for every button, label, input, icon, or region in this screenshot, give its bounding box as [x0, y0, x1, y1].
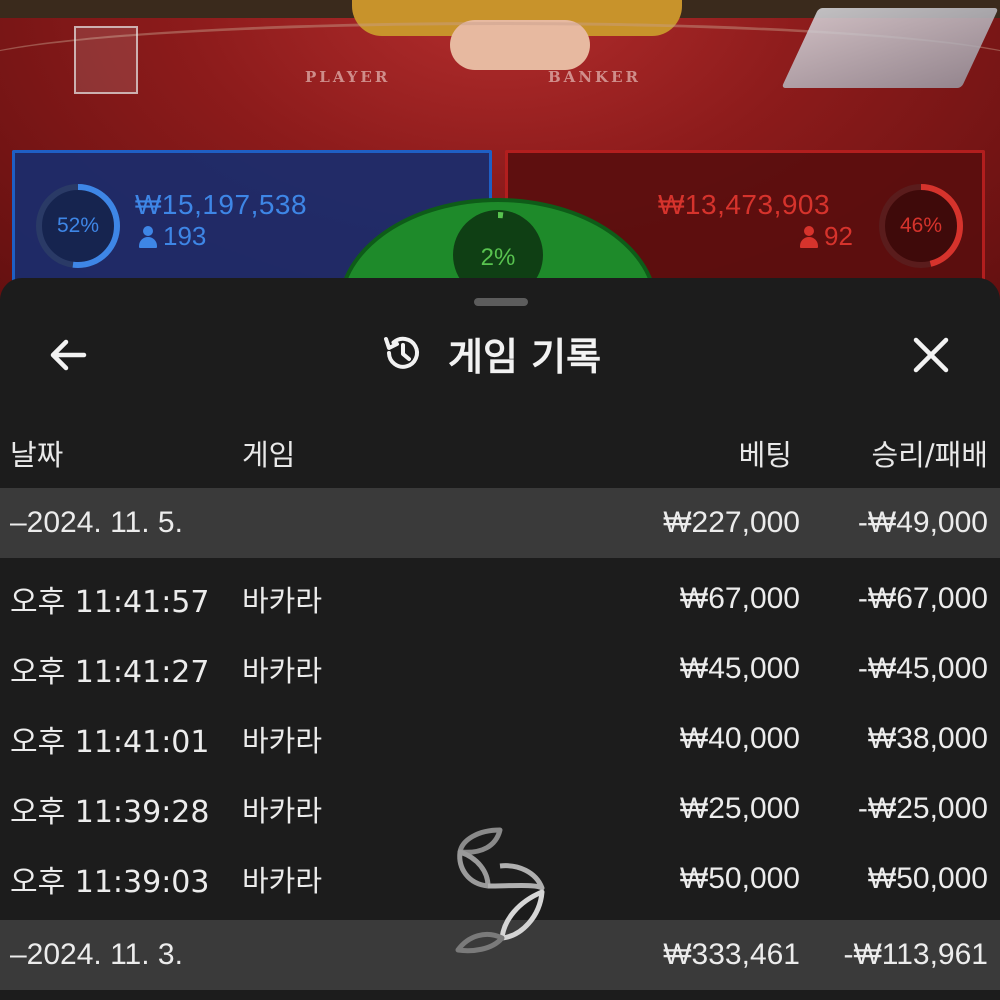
row-time: 오후 11:41:01 — [10, 725, 210, 760]
history-icon — [384, 336, 419, 369]
row-bet: ₩45,000 — [679, 652, 800, 685]
row-time: 오후 11:41:57 — [10, 585, 210, 620]
group-date: –2024. 11. 5. — [10, 506, 183, 539]
banker-bet-amount: ₩13,473,903 — [658, 189, 831, 220]
group-result-total: -₩113,961 — [843, 938, 988, 971]
group-bet-total: ₩227,000 — [663, 506, 800, 539]
row-result: -₩25,000 — [857, 792, 988, 825]
group-bet-total: ₩333,461 — [663, 938, 800, 971]
row-game: 바카라 — [242, 794, 323, 828]
row-time: 오후 11:39:03 — [10, 865, 210, 900]
row-game: 바카라 — [242, 724, 323, 758]
row-bet: ₩67,000 — [679, 582, 800, 615]
row-game: 바카라 — [242, 584, 323, 618]
sheet-drag-handle[interactable] — [474, 298, 528, 306]
back-button[interactable] — [44, 330, 94, 380]
banker-count-value: 92 — [824, 221, 853, 251]
banker-bettor-count: 92 — [800, 221, 853, 252]
card-shoe — [781, 8, 999, 88]
table-banker-label: BANKER — [548, 68, 641, 86]
player-count-value: 193 — [163, 221, 207, 251]
table-row[interactable]: 오후 11:41:27 바카라 ₩45,000 -₩45,000 — [0, 634, 1000, 704]
row-result: -₩45,000 — [857, 652, 988, 685]
row-result: ₩38,000 — [867, 722, 988, 755]
player-bettor-count: 193 — [139, 221, 206, 252]
group-date: –2024. 11. 3. — [10, 938, 183, 971]
close-icon — [913, 337, 949, 373]
tie-percent: 2% — [480, 244, 516, 271]
player-percent-ring: 52% — [35, 183, 121, 269]
row-result: ₩50,000 — [867, 862, 988, 895]
sheet-title: 게임 기록 — [380, 328, 602, 379]
person-icon — [139, 225, 157, 248]
row-bet: ₩50,000 — [679, 862, 800, 895]
row-bet: ₩25,000 — [679, 792, 800, 825]
column-header-date: 날짜 — [10, 438, 64, 472]
sheet-title-text: 게임 기록 — [448, 334, 602, 379]
arrow-left-icon — [50, 339, 87, 371]
table-player-label: PLAYER — [305, 68, 391, 86]
column-header-result: 승리/패배 — [871, 438, 989, 472]
table-row[interactable]: 오후 11:41:57 바카라 ₩67,000 -₩67,000 — [0, 564, 1000, 634]
group-result-total: -₩49,000 — [857, 506, 988, 539]
row-bet: ₩40,000 — [679, 722, 800, 755]
row-game: 바카라 — [242, 654, 323, 688]
row-time: 오후 11:39:28 — [10, 795, 210, 830]
banker-percent-ring: 46% — [878, 183, 964, 269]
live-table-background: PLAYER BANKER 52% ₩15,197,538 193 ₩13,47… — [0, 0, 1000, 300]
close-button[interactable] — [906, 330, 956, 380]
column-header-game: 게임 — [242, 438, 296, 472]
banker-percent: 46% — [899, 214, 943, 237]
row-time: 오후 11:41:27 — [10, 655, 210, 690]
loading-spinner-icon — [455, 827, 545, 954]
row-game: 바카라 — [242, 864, 323, 898]
column-header-bet: 베팅 — [738, 438, 792, 472]
date-group-row[interactable]: –2024. 11. 5. ₩227,000 -₩49,000 — [0, 488, 1000, 558]
player-bet-amount: ₩15,197,538 — [135, 189, 308, 220]
game-history-sheet: 게임 기록 날짜 게임 베팅 승리/패배 –2024. 11. 5. ₩227,… — [0, 278, 1000, 1000]
person-icon — [800, 225, 818, 248]
player-percent: 52% — [56, 214, 100, 237]
row-result: -₩67,000 — [857, 582, 988, 615]
table-row[interactable]: 오후 11:41:01 바카라 ₩40,000 ₩38,000 — [0, 704, 1000, 774]
discard-tray — [74, 26, 138, 94]
